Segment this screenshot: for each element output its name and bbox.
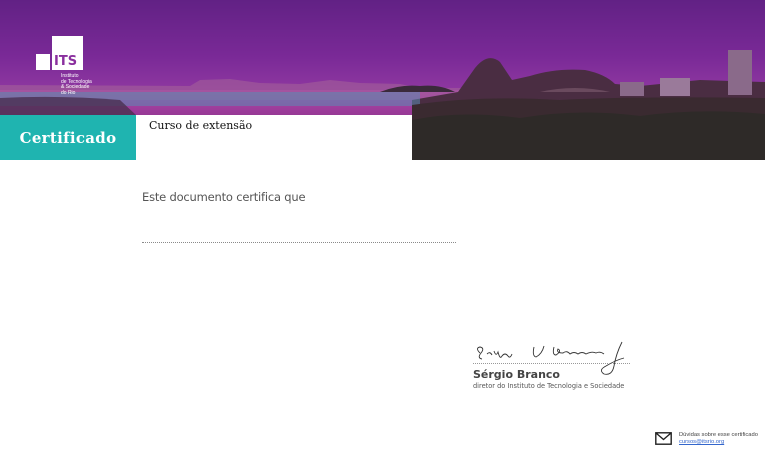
signatory-title: diretor do Instituto de Tecnologia e Soc… bbox=[473, 382, 625, 390]
signature-line bbox=[473, 363, 630, 364]
signatory-name: Sérgio Branco bbox=[473, 368, 560, 381]
header-banner: ITS Instituto de Tecnologia & Sociedade … bbox=[0, 0, 765, 160]
its-logo-mark: ITS bbox=[36, 36, 83, 70]
recipient-name-line bbox=[142, 242, 456, 243]
course-type: Curso de extensão bbox=[149, 119, 253, 132]
certificate-label: Certificado bbox=[0, 115, 136, 160]
certification-intro: Este documento certifica que bbox=[142, 190, 306, 204]
logo-org-name: Instituto de Tecnologia & Sociedade do R… bbox=[61, 73, 121, 96]
contact-email-link[interactable]: cursos@itsrio.org bbox=[679, 439, 724, 445]
logo-mark-text: ITS bbox=[54, 54, 77, 69]
mail-icon bbox=[655, 432, 672, 445]
contact-label: Dúvidas sobre esse certificado bbox=[679, 432, 758, 438]
course-box: Curso de extensão bbox=[136, 115, 412, 160]
its-logo: ITS Instituto de Tecnologia & Sociedade … bbox=[36, 36, 96, 106]
logo-line: do Rio bbox=[61, 89, 76, 96]
